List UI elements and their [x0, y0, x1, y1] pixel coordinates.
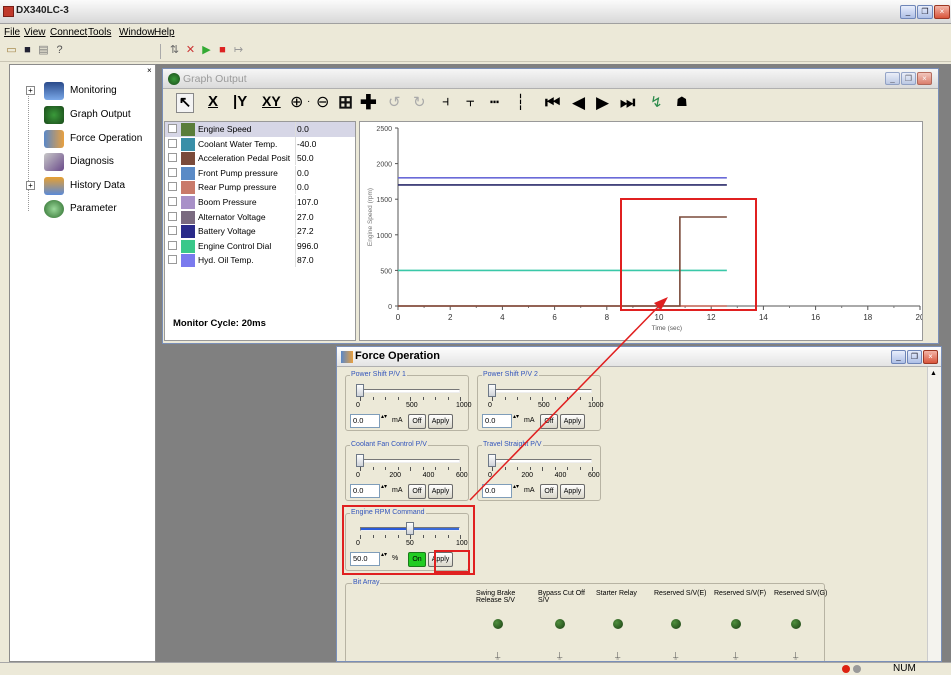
annotation-overlay: [342, 198, 757, 575]
num-lock-indicator: NUM: [893, 663, 916, 674]
status-bar: NUM: [0, 662, 951, 675]
highlight-apply-box: [434, 550, 470, 573]
annotation-arrow: [469, 304, 661, 501]
highlight-rpm-box: [342, 505, 475, 575]
status-led-icon: [853, 665, 861, 673]
highlight-graph-box: [620, 198, 757, 311]
status-led-icon: [842, 665, 850, 673]
